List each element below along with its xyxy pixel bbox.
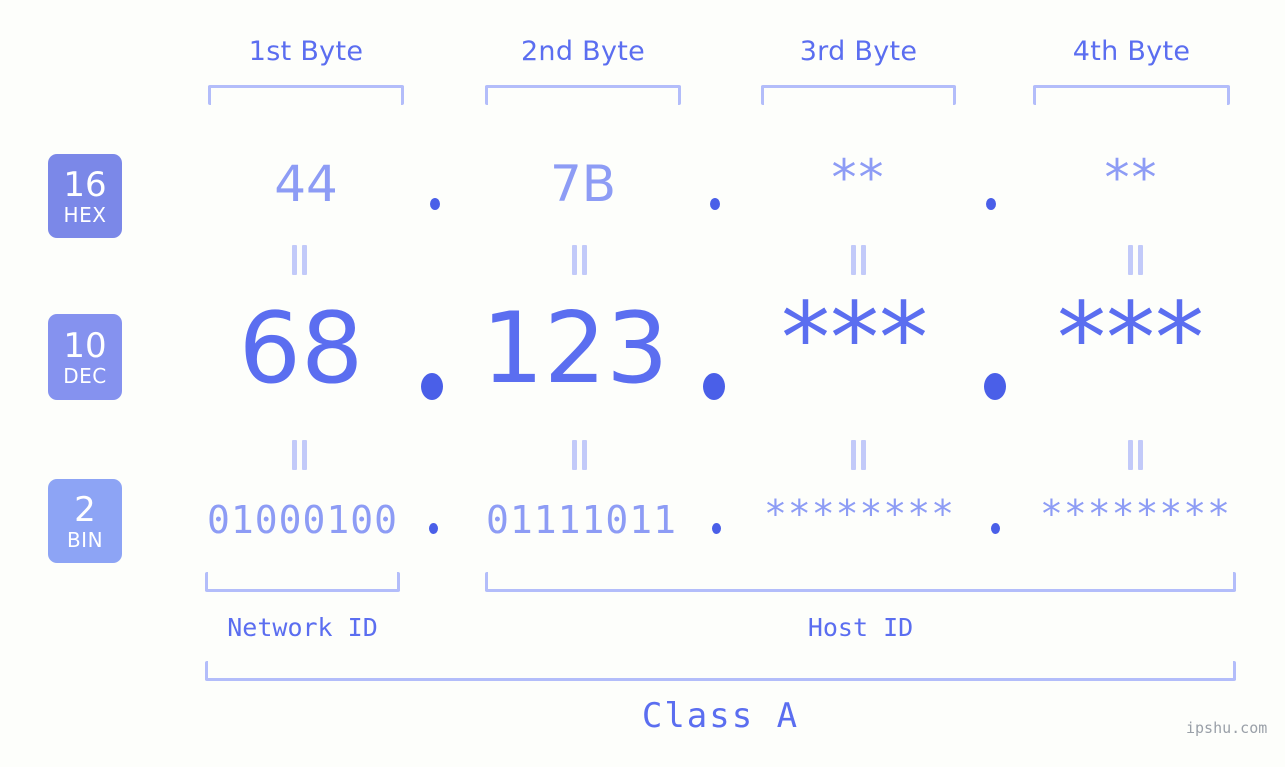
hex-separator-dot-3 xyxy=(986,198,996,210)
dec-byte-2: 123 xyxy=(481,292,669,406)
byte-header-4: 4th Byte xyxy=(1072,36,1191,67)
byte-header-1: 1st Byte xyxy=(248,36,364,67)
dec-byte-3: *** xyxy=(781,282,928,396)
equals-dec-bin-2 xyxy=(569,440,591,470)
equals-hex-dec-2 xyxy=(569,245,591,275)
host-id-bracket xyxy=(485,572,1236,592)
bin-separator-dot-2 xyxy=(712,523,721,534)
hex-byte-3: ** xyxy=(831,149,886,207)
ip-address-breakdown-diagram: 1st Byte 2nd Byte 3rd Byte 4th Byte 16 H… xyxy=(0,0,1285,767)
base-badge-bin-abbr: BIN xyxy=(66,527,104,552)
bin-separator-dot-3 xyxy=(991,523,1000,534)
watermark: ipshu.com xyxy=(1186,719,1268,737)
host-id-label: Host ID xyxy=(807,613,914,642)
dec-separator-dot-1 xyxy=(421,373,443,400)
equals-hex-dec-1 xyxy=(289,245,311,275)
hex-byte-4: ** xyxy=(1104,149,1159,207)
dec-separator-dot-2 xyxy=(703,373,725,400)
byte-bracket-1 xyxy=(208,85,404,105)
byte-header-2: 2nd Byte xyxy=(520,36,646,67)
hex-byte-1: 44 xyxy=(274,155,338,213)
class-bracket xyxy=(205,661,1236,681)
hex-separator-dot-2 xyxy=(710,198,720,210)
byte-bracket-2 xyxy=(485,85,681,105)
base-badge-bin-number: 2 xyxy=(74,489,96,530)
network-id-bracket xyxy=(205,572,400,592)
base-badge-hex: 16 HEX xyxy=(48,154,122,238)
equals-hex-dec-4 xyxy=(1125,245,1147,275)
equals-dec-bin-4 xyxy=(1125,440,1147,470)
bin-separator-dot-1 xyxy=(429,523,438,534)
equals-dec-bin-3 xyxy=(848,440,870,470)
bin-byte-2: 01111011 xyxy=(485,498,678,542)
bin-byte-4: ******** xyxy=(1039,492,1232,536)
dec-byte-1: 68 xyxy=(238,292,364,406)
bin-byte-1: 01000100 xyxy=(206,498,399,542)
dec-byte-4: *** xyxy=(1057,282,1204,396)
dec-separator-dot-3 xyxy=(984,373,1006,400)
byte-header-3: 3rd Byte xyxy=(799,36,918,67)
byte-bracket-3 xyxy=(761,85,956,105)
base-badge-dec-number: 10 xyxy=(63,325,107,366)
base-badge-hex-abbr: HEX xyxy=(63,202,107,227)
network-id-label: Network ID xyxy=(227,613,378,642)
bin-byte-3: ******** xyxy=(763,492,956,536)
hex-byte-2: 7B xyxy=(549,155,617,213)
base-badge-bin: 2 BIN xyxy=(48,479,122,563)
hex-separator-dot-1 xyxy=(430,198,440,210)
base-badge-hex-number: 16 xyxy=(63,164,107,205)
byte-bracket-4 xyxy=(1033,85,1230,105)
class-label: Class A xyxy=(641,696,800,736)
equals-hex-dec-3 xyxy=(848,245,870,275)
base-badge-dec: 10 DEC xyxy=(48,314,122,400)
equals-dec-bin-1 xyxy=(289,440,311,470)
base-badge-dec-abbr: DEC xyxy=(63,363,107,388)
